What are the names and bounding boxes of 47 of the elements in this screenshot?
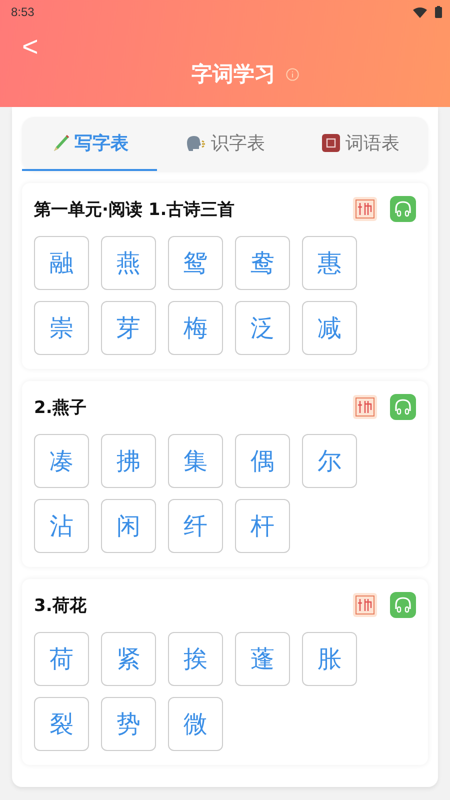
character-tile[interactable]: 荷 bbox=[34, 632, 89, 686]
headphones-icon[interactable] bbox=[390, 394, 416, 420]
speaking-head-icon bbox=[184, 133, 207, 153]
character-tile[interactable]: 闲 bbox=[101, 499, 156, 553]
character-tile[interactable]: 微 bbox=[168, 697, 223, 751]
character-tile[interactable]: 梅 bbox=[168, 301, 223, 355]
headphones-icon[interactable] bbox=[390, 592, 416, 618]
lesson-title: 第一单元·阅读 1.古诗三首 bbox=[34, 198, 236, 220]
info-icon[interactable] bbox=[286, 68, 298, 80]
character-tile[interactable]: 裂 bbox=[34, 697, 89, 751]
character-tile[interactable]: 纤 bbox=[168, 499, 223, 553]
character-tile[interactable]: 融 bbox=[34, 236, 89, 290]
character-tile[interactable]: 胀 bbox=[302, 632, 357, 686]
lesson-title: 2.燕子 bbox=[34, 396, 88, 418]
back-button[interactable]: < bbox=[20, 30, 40, 64]
copybook-icon[interactable] bbox=[353, 197, 377, 221]
character-tile[interactable]: 惠 bbox=[302, 236, 357, 290]
character-tile[interactable]: 紧 bbox=[101, 632, 156, 686]
character-tile[interactable]: 尔 bbox=[302, 434, 357, 488]
status-time: 8:53 bbox=[11, 5, 34, 19]
character-tile[interactable]: 集 bbox=[168, 434, 223, 488]
character-tile[interactable]: 蓬 bbox=[235, 632, 290, 686]
character-tile[interactable]: 鸯 bbox=[235, 236, 290, 290]
character-tile[interactable]: 减 bbox=[302, 301, 357, 355]
lesson-title: 3.荷花 bbox=[34, 594, 88, 616]
character-tile[interactable]: 燕 bbox=[101, 236, 156, 290]
headphones-icon[interactable] bbox=[390, 196, 416, 222]
character-tile[interactable]: 鸳 bbox=[168, 236, 223, 290]
character-tile[interactable]: 崇 bbox=[34, 301, 89, 355]
character-tile[interactable]: 挨 bbox=[168, 632, 223, 686]
copybook-icon[interactable] bbox=[353, 395, 377, 419]
wifi-icon bbox=[413, 6, 427, 18]
character-tile[interactable]: 拂 bbox=[101, 434, 156, 488]
character-tile[interactable]: 偶 bbox=[235, 434, 290, 488]
tab[interactable]: 词语表 bbox=[292, 117, 428, 171]
character-tile[interactable]: 杆 bbox=[235, 499, 290, 553]
tab[interactable]: 写字表 bbox=[22, 117, 158, 171]
character-tile[interactable]: 势 bbox=[101, 697, 156, 751]
book-icon bbox=[321, 133, 342, 153]
copybook-icon[interactable] bbox=[353, 593, 377, 617]
tab[interactable]: 识字表 bbox=[157, 117, 293, 171]
character-tile[interactable]: 泛 bbox=[235, 301, 290, 355]
page-title: 字词学习 bbox=[192, 61, 276, 88]
character-tile[interactable]: 凑 bbox=[34, 434, 89, 488]
character-tile[interactable]: 沾 bbox=[34, 499, 89, 553]
character-tile[interactable]: 芽 bbox=[101, 301, 156, 355]
battery-icon bbox=[435, 6, 442, 18]
